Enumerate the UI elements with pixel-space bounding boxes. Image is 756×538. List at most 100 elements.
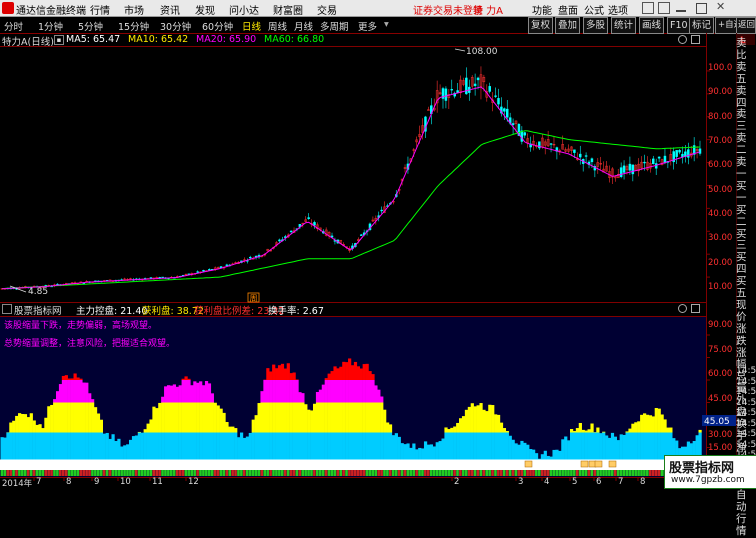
price-label-90: 90.00 bbox=[708, 87, 732, 97]
indicator-band-segment bbox=[625, 431, 628, 432]
indicator-band-segment bbox=[325, 403, 328, 433]
indicator-bottom-bar bbox=[313, 470, 316, 476]
indicator-bottom-bar bbox=[71, 470, 74, 476]
chart-canvas[interactable]: 108.00 4.85 周 45.05 该股缩量下跌，走势偏弱，高场观望。 总势… bbox=[0, 0, 756, 487]
indicator-bottom-bar bbox=[436, 470, 439, 476]
candle-body bbox=[687, 150, 689, 158]
quote-label: 现价 bbox=[736, 300, 756, 324]
signal-marker bbox=[581, 461, 588, 467]
indicator-bottom-bar bbox=[281, 470, 284, 476]
indicator-band-segment bbox=[588, 429, 591, 432]
quote-label: 涨跌 bbox=[736, 324, 756, 348]
indicator-bottom-bar bbox=[182, 470, 185, 476]
indicator-band-segment bbox=[570, 429, 573, 433]
indicator-band-segment bbox=[631, 424, 634, 433]
price-label-50: 50.00 bbox=[708, 185, 732, 195]
indicator-bottom-bar bbox=[334, 470, 337, 476]
indicator-band-segment bbox=[351, 365, 354, 380]
indicator-band-segment bbox=[371, 374, 374, 380]
indicator-band-segment bbox=[354, 403, 357, 433]
indicator-band-segment bbox=[319, 390, 322, 403]
indicator-bottom-bar bbox=[30, 470, 33, 476]
indicator-band-segment bbox=[184, 376, 187, 380]
indicator-band-segment bbox=[281, 364, 284, 380]
indicator-band-segment bbox=[368, 371, 371, 380]
indicator-band-segment bbox=[348, 380, 351, 403]
indicator-band-segment bbox=[284, 403, 287, 433]
indicator-band-segment bbox=[634, 422, 637, 432]
indicator-band-segment bbox=[59, 403, 62, 433]
indicator-band-segment bbox=[368, 403, 371, 433]
indicator-bottom-bar bbox=[506, 470, 509, 476]
trade-time: 14:50 bbox=[736, 366, 756, 377]
indicator-bottom-bar bbox=[246, 470, 249, 476]
candle-body bbox=[679, 150, 681, 152]
candle-body bbox=[197, 272, 199, 273]
indicator-bottom-bar bbox=[567, 470, 570, 476]
indicator-bottom-bar bbox=[144, 470, 147, 476]
indicator-bottom-bar bbox=[325, 470, 328, 476]
indicator-band-segment bbox=[304, 404, 307, 432]
indicator-band-segment bbox=[325, 378, 328, 380]
indicator-band-segment bbox=[389, 424, 392, 432]
indicator-band-segment bbox=[260, 391, 263, 402]
indicator-band-segment bbox=[290, 380, 293, 403]
indicator-band-segment bbox=[68, 403, 71, 433]
indicator-band-segment bbox=[68, 378, 71, 380]
indicator-bottom-bar bbox=[199, 470, 202, 476]
indicator-band-segment bbox=[94, 407, 97, 432]
indicator-band-segment bbox=[348, 403, 351, 433]
indicator-bottom-bar bbox=[18, 470, 21, 476]
indicator-band-segment bbox=[357, 403, 360, 433]
indicator-band-segment bbox=[170, 386, 173, 403]
indicator-band-segment bbox=[339, 403, 342, 433]
indicator-band-segment bbox=[652, 416, 655, 432]
indicator-bottom-bar bbox=[74, 470, 77, 476]
candle-body bbox=[550, 144, 552, 145]
indicator-bottom-bar bbox=[164, 470, 167, 476]
indicator-bottom-bar bbox=[602, 470, 605, 476]
indicator-band-segment bbox=[491, 405, 494, 432]
indicator-band-segment bbox=[699, 430, 702, 433]
indicator-bottom-bar bbox=[179, 470, 182, 476]
indicator-band-segment bbox=[36, 425, 39, 433]
candle-body bbox=[451, 89, 453, 90]
indicator-bottom-bar bbox=[331, 470, 334, 476]
indicator-bottom-bar bbox=[629, 470, 632, 476]
indicator-band-segment bbox=[328, 380, 331, 403]
indicator-bottom-bar bbox=[462, 470, 465, 476]
indicator-band-segment bbox=[18, 413, 21, 432]
indicator-band-segment bbox=[149, 419, 152, 432]
indicator-band-segment bbox=[41, 428, 44, 432]
indicator-band-segment bbox=[295, 379, 298, 380]
candle-body bbox=[512, 124, 514, 125]
indicator-band-segment bbox=[471, 403, 474, 432]
candle-body bbox=[489, 86, 491, 91]
indicator-band-segment bbox=[71, 403, 74, 433]
indicator-band-segment bbox=[331, 403, 334, 433]
time-label-6: 6 bbox=[596, 477, 601, 487]
indicator-band-segment bbox=[333, 380, 336, 403]
indicator-band-segment bbox=[383, 410, 386, 433]
high-label-leader bbox=[455, 49, 465, 51]
indicator-bottom-bar bbox=[65, 470, 68, 476]
indicator-band-segment bbox=[258, 403, 261, 432]
indicator-band-segment bbox=[205, 403, 208, 433]
indicator-band-segment bbox=[485, 411, 488, 432]
candle-body bbox=[664, 156, 666, 163]
indicator-bottom-bar bbox=[526, 470, 529, 476]
ind-label-75: 75.00 bbox=[708, 345, 732, 355]
indicator-band-segment bbox=[88, 403, 91, 433]
indicator-bottom-bar bbox=[509, 470, 512, 476]
indicator-band-segment bbox=[479, 403, 482, 432]
indicator-band-segment bbox=[500, 423, 503, 433]
indicator-bottom-bar bbox=[471, 470, 474, 476]
indicator-band-segment bbox=[456, 423, 459, 433]
indicator-band-segment bbox=[284, 380, 287, 403]
indicator-bottom-bar bbox=[637, 470, 640, 476]
indicator-bottom-bar bbox=[196, 470, 199, 476]
indicator-bottom-bar bbox=[404, 470, 407, 476]
quote-label: 买五 bbox=[736, 276, 756, 300]
indicator-band-segment bbox=[447, 429, 450, 432]
indicator-bottom-bar bbox=[427, 470, 430, 476]
